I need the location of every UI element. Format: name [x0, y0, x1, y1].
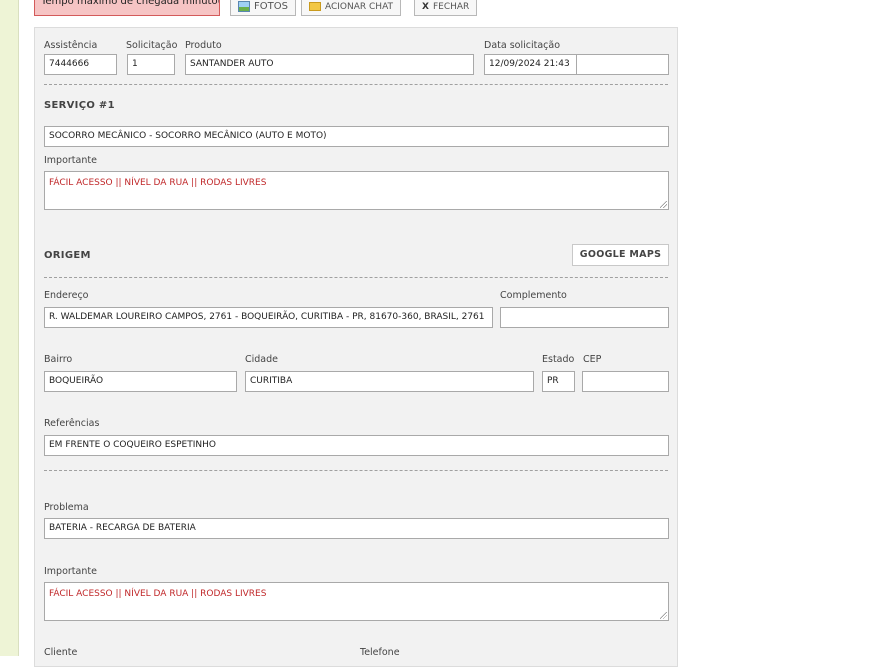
left-side-strip [0, 0, 19, 656]
servico-section-title: SERVIÇO #1 [44, 100, 115, 111]
problema-importante-label: Importante [44, 566, 97, 577]
divider [44, 84, 668, 85]
bairro-label: Bairro [44, 354, 73, 365]
telefone-label: Telefone [360, 647, 400, 658]
cidade-label: Cidade [245, 354, 278, 365]
resize-handle-icon[interactable] [660, 612, 667, 619]
problema-importante-text: FÁCIL ACESSO || NÍVEL DA RUA || RODAS LI… [49, 589, 267, 599]
problema-importante-textarea[interactable]: FÁCIL ACESSO || NÍVEL DA RUA || RODAS LI… [44, 582, 669, 621]
cliente-label: Cliente [44, 647, 78, 658]
service-form-panel: Assistência 7444666 Solicitação 1 Produt… [34, 27, 678, 667]
divider [44, 277, 668, 278]
problema-field[interactable]: BATERIA - RECARGA DE BATERIA [44, 518, 669, 539]
servico-importante-text: FÁCIL ACESSO || NÍVEL DA RUA || RODAS LI… [49, 178, 267, 188]
origem-section-title: ORIGEM [44, 250, 91, 261]
estado-field[interactable]: PR [542, 371, 575, 392]
photo-icon [238, 1, 250, 12]
divider [44, 470, 668, 471]
open-chat-button-label: ACIONAR CHAT [325, 1, 394, 12]
complemento-label: Complemento [500, 290, 567, 301]
photos-button[interactable]: FOTOS [230, 0, 296, 16]
cidade-field[interactable]: CURITIBA [245, 371, 534, 392]
data-solicitacao-label: Data solicitação [484, 40, 561, 51]
assistencia-field[interactable]: 7444666 [44, 54, 117, 75]
produto-label: Produto [185, 40, 222, 51]
endereco-label: Endereço [44, 290, 89, 301]
bairro-field[interactable]: BOQUEIRÃO [44, 371, 237, 392]
resize-handle-icon[interactable] [660, 201, 667, 208]
data-solicitacao-extra-field[interactable] [576, 54, 669, 75]
cep-field[interactable] [582, 371, 669, 392]
google-maps-button[interactable]: GOOGLE MAPS [572, 244, 669, 266]
referencias-label: Referências [44, 418, 100, 429]
service-field[interactable]: SOCORRO MECÂNICO - SOCORRO MECÂNICO (AUT… [44, 126, 669, 147]
referencias-field[interactable]: EM FRENTE O COQUEIRO ESPETINHO [44, 435, 669, 456]
close-icon: X [422, 1, 429, 12]
envelope-icon [309, 2, 321, 11]
arrival-timer-badge: Tempo máximo de chegada minuto(s) [34, 0, 220, 16]
cep-label: CEP [583, 354, 602, 365]
solicitacao-label: Solicitação [126, 40, 178, 51]
servico-importante-label: Importante [44, 155, 97, 166]
problema-label: Problema [44, 502, 89, 513]
endereco-field[interactable]: R. WALDEMAR LOUREIRO CAMPOS, 2761 - BOQU… [44, 307, 493, 328]
produto-field[interactable]: SANTANDER AUTO [185, 54, 474, 75]
photos-button-label: FOTOS [254, 1, 288, 12]
assistencia-label: Assistência [44, 40, 98, 51]
data-solicitacao-field[interactable]: 12/09/2024 21:43 [484, 54, 577, 75]
servico-importante-textarea[interactable]: FÁCIL ACESSO || NÍVEL DA RUA || RODAS LI… [44, 171, 669, 210]
solicitacao-field[interactable]: 1 [127, 54, 175, 75]
close-button-label: FECHAR [432, 1, 470, 12]
estado-label: Estado [542, 354, 575, 365]
open-chat-button[interactable]: ACIONAR CHAT [301, 0, 402, 16]
complemento-field[interactable] [500, 307, 669, 328]
close-button[interactable]: X FECHAR [414, 0, 478, 16]
